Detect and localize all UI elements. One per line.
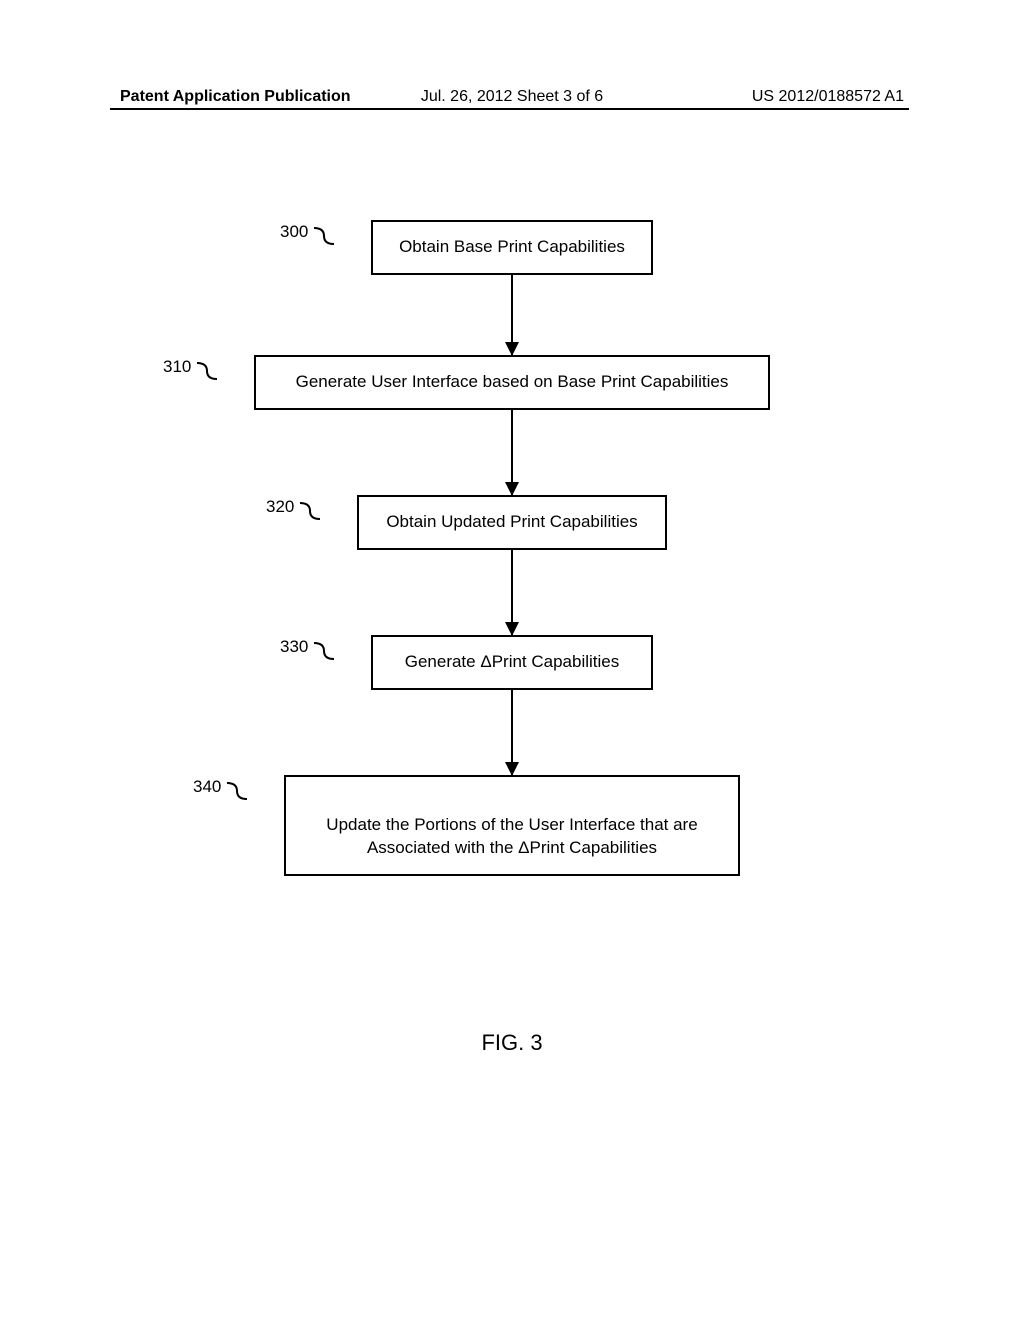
hook-icon (298, 501, 322, 523)
ref-label-340: 340 (193, 777, 249, 803)
header-separator (110, 108, 909, 110)
ref-number: 330 (280, 637, 308, 657)
ref-number: 310 (163, 357, 191, 377)
step-row-320: 320 Obtain Updated Print Capabilities (0, 495, 1024, 550)
step-box-310: Generate User Interface based on Base Pr… (254, 355, 770, 410)
step-text: Obtain Base Print Capabilities (399, 237, 625, 256)
ref-label-300: 300 (280, 222, 336, 248)
header-patent-number: US 2012/0188572 A1 (752, 88, 904, 106)
arrow-icon (511, 690, 513, 775)
arrow-icon (511, 410, 513, 495)
hook-icon (195, 361, 219, 383)
step-box-320: Obtain Updated Print Capabilities (357, 495, 667, 550)
step-row-310: 310 Generate User Interface based on Bas… (0, 355, 1024, 410)
ref-label-320: 320 (266, 497, 322, 523)
step-box-330: Generate ΔPrint Capabilities (371, 635, 653, 690)
page-header: Patent Application Publication Jul. 26, … (0, 88, 1024, 106)
step-text: Generate ΔPrint Capabilities (405, 652, 620, 671)
step-row-340: 340 Update the Portions of the User Inte… (0, 775, 1024, 876)
ref-label-310: 310 (163, 357, 219, 383)
figure-caption: FIG. 3 (0, 1030, 1024, 1056)
ref-number: 320 (266, 497, 294, 517)
flowchart: 300 Obtain Base Print Capabilities 310 G… (0, 220, 1024, 876)
step-box-340: Update the Portions of the User Interfac… (284, 775, 740, 876)
hook-icon (312, 226, 336, 248)
arrow-icon (511, 550, 513, 635)
arrow-icon (511, 275, 513, 355)
header-publication-type: Patent Application Publication (120, 88, 351, 106)
ref-label-330: 330 (280, 637, 336, 663)
hook-icon (225, 781, 249, 803)
hook-icon (312, 641, 336, 663)
step-text: Generate User Interface based on Base Pr… (296, 372, 729, 391)
ref-number: 300 (280, 222, 308, 242)
step-text: Obtain Updated Print Capabilities (386, 512, 637, 531)
step-text: Update the Portions of the User Interfac… (326, 815, 697, 857)
ref-number: 340 (193, 777, 221, 797)
step-box-300: Obtain Base Print Capabilities (371, 220, 653, 275)
step-row-330: 330 Generate ΔPrint Capabilities (0, 635, 1024, 690)
header-date-sheet: Jul. 26, 2012 Sheet 3 of 6 (421, 88, 603, 106)
step-row-300: 300 Obtain Base Print Capabilities (0, 220, 1024, 275)
